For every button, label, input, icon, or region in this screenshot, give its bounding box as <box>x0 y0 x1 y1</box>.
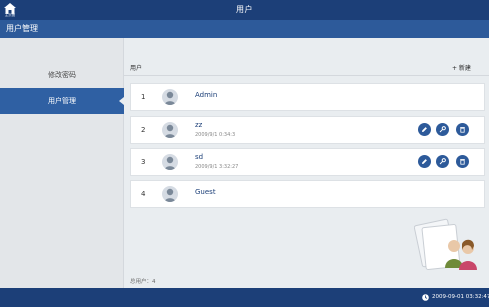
key-icon <box>439 126 446 133</box>
row-index: 2 <box>141 126 146 134</box>
section-title: 用户管理 <box>0 20 489 38</box>
edit-icon <box>422 159 427 164</box>
delete-button[interactable] <box>456 155 469 168</box>
user-row[interactable]: 1 Admin <box>130 83 485 111</box>
page-title: 用户 <box>236 5 253 14</box>
avatar-icon <box>162 89 178 105</box>
delete-icon <box>460 127 465 133</box>
top-bar: 主页面 用户 <box>0 0 489 20</box>
status-datetime: 2009-09-01 03:32:47 <box>432 294 489 300</box>
edit-icon <box>422 127 427 132</box>
change-password-button[interactable] <box>436 155 449 168</box>
user-row[interactable]: 4 Guest <box>130 180 485 208</box>
user-name: Admin <box>195 91 218 99</box>
sidebar-item-change-password[interactable]: 修改密码 <box>0 62 124 88</box>
row-index: 3 <box>141 158 146 166</box>
status-bar: 2009-09-01 03:32:47 <box>0 288 489 307</box>
sidebar: 修改密码 用户管理 <box>0 38 124 288</box>
user-name: Guest <box>195 188 216 196</box>
new-user-button[interactable]: + 新建 <box>452 63 471 72</box>
row-index: 4 <box>141 190 146 198</box>
delete-button[interactable] <box>456 123 469 136</box>
users-header-title: 用户 <box>130 65 143 72</box>
edit-button[interactable] <box>418 123 431 136</box>
key-icon <box>439 158 446 165</box>
edit-button[interactable] <box>418 155 431 168</box>
total-users: 总用户：4 <box>130 279 156 285</box>
user-last-login: 2009/9/1 3:32:27 <box>195 164 239 170</box>
divider <box>124 75 489 76</box>
users-illustration-icon <box>414 218 477 270</box>
avatar-icon <box>162 122 178 138</box>
user-last-login: 2009/9/1 0:34:3 <box>195 132 236 138</box>
clock-icon <box>422 294 429 301</box>
delete-icon <box>460 159 465 165</box>
change-password-button[interactable] <box>436 123 449 136</box>
avatar-icon <box>162 154 178 170</box>
user-name: zz <box>195 121 203 129</box>
sidebar-item-user-management[interactable]: 用户管理 <box>0 88 124 114</box>
row-index: 1 <box>141 93 146 101</box>
user-name: sd <box>195 153 204 161</box>
user-row[interactable]: 2 zz 2009/9/1 0:34:3 <box>130 116 485 144</box>
user-row[interactable]: 3 sd 2009/9/1 3:32:27 <box>130 148 485 176</box>
avatar-icon <box>162 186 178 202</box>
